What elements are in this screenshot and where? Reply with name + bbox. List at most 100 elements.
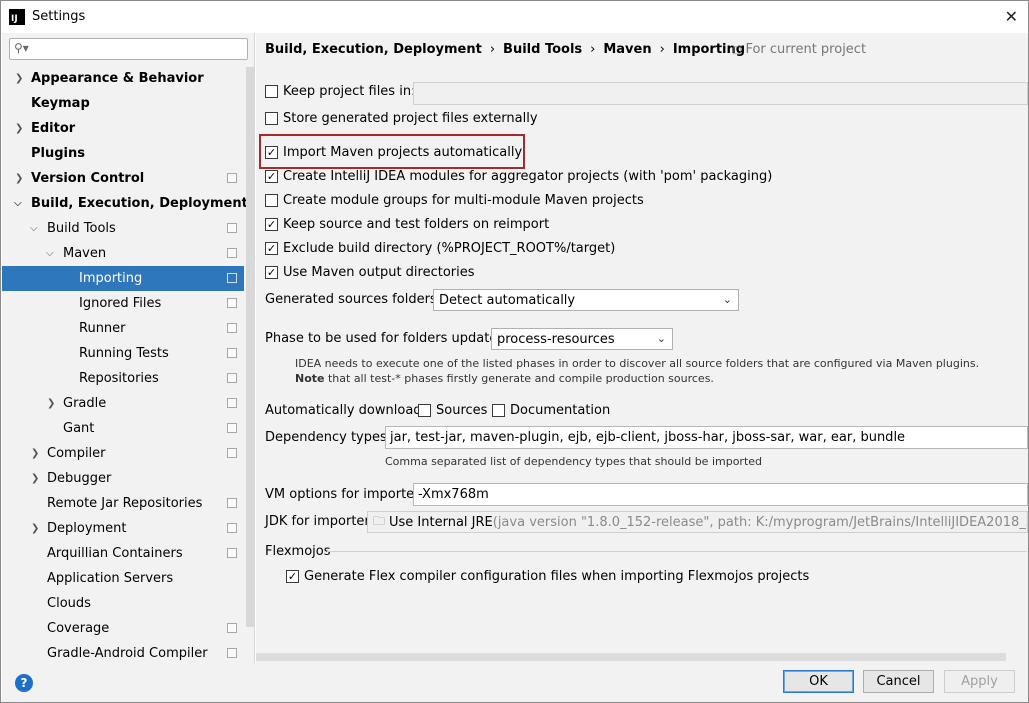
phase-dropdown[interactable]: process-resources ⌄ [491,328,673,350]
sidebar-item-deployment[interactable]: ❯ Deployment [2,516,244,541]
sidebar-item-running-tests[interactable]: Running Tests [2,341,244,366]
ok-button[interactable]: OK [783,670,854,693]
download-documentation-option[interactable]: Documentation [492,403,610,418]
generated-sources-dropdown[interactable]: Detect automatically ⌄ [433,289,739,311]
dependency-types-hint: Comma separated list of dependency types… [385,455,763,468]
help-icon[interactable]: ? [15,674,33,692]
create-modules-checkbox[interactable]: ✓ [265,170,278,183]
chevron-right-icon[interactable]: ❯ [31,473,41,484]
import-automatically-option[interactable]: ✓ Import Maven projects automatically [265,145,522,160]
settings-window: IJ Settings ✕ ⚲▾ ❯ Appearance & Behavior… [0,0,1029,703]
dependency-types-input[interactable]: jar, test-jar, maven-plugin, ejb, ejb-cl… [385,426,1028,449]
chevron-right-icon[interactable]: ❯ [15,73,25,84]
sidebar-item-build-tools[interactable]: ⌵ Build Tools [2,216,244,241]
keep-source-checkbox[interactable]: ✓ [265,218,278,231]
cancel-button[interactable]: Cancel [863,670,934,693]
sidebar-item-repositories[interactable]: Repositories [2,366,244,391]
chevron-right-icon[interactable]: ❯ [15,123,25,134]
sidebar-item-plugins[interactable]: Plugins [2,141,244,166]
store-generated-checkbox[interactable] [265,112,278,125]
phase-hint-text: that all test-* phases firstly generate … [324,372,714,385]
keep-project-files-option[interactable]: Keep project files in: [265,84,415,99]
store-generated-option[interactable]: Store generated project files externally [265,111,538,126]
project-config-icon [227,398,237,408]
use-output-option[interactable]: ✓ Use Maven output directories [265,265,475,280]
sidebar-item-maven[interactable]: ⌵ Maven [2,241,244,266]
breadcrumb-separator: › [659,42,665,57]
sidebar-item-editor[interactable]: ❯ Editor [2,116,244,141]
keep-project-files-checkbox[interactable] [265,85,278,98]
sidebar-item-remote-jar-repositories[interactable]: Remote Jar Repositories [2,491,244,516]
window-title: Settings [32,9,86,24]
create-modules-option[interactable]: ✓ Create IntelliJ IDEA modules for aggre… [265,169,772,184]
apply-button[interactable]: Apply [944,670,1015,693]
chevron-right-icon[interactable]: ❯ [31,523,41,534]
sidebar-item-ignored-files[interactable]: Ignored Files [2,291,244,316]
close-icon[interactable]: ✕ [1005,7,1018,26]
search-input[interactable] [36,40,236,58]
search-box[interactable]: ⚲▾ [9,38,248,60]
project-config-icon [227,348,237,358]
sidebar-item-runner[interactable]: Runner [2,316,244,341]
sidebar-item-keymap[interactable]: Keymap [2,91,244,116]
sidebar-item-label: Editor [31,121,76,136]
download-documentation-label: Documentation [510,403,611,418]
jdk-dropdown[interactable]: 🗀 Use Internal JRE (java version "1.8.0_… [367,511,1028,533]
phase-label: Phase to be used for folders update: [265,331,502,346]
chevron-down-icon[interactable]: ⌵ [46,248,56,259]
download-sources-checkbox[interactable] [418,404,431,417]
download-sources-option[interactable]: Sources [418,403,487,418]
use-output-checkbox[interactable]: ✓ [265,266,278,279]
dependency-types-label: Dependency types: [265,430,392,445]
sidebar-item-compiler[interactable]: ❯ Compiler [2,441,244,466]
project-config-icon [227,298,237,308]
chevron-right-icon[interactable]: ❯ [31,448,41,459]
sidebar-item-label: Keymap [31,96,90,111]
breadcrumb-separator: › [489,42,496,57]
sidebar-item-gant[interactable]: Gant [2,416,244,441]
sidebar-item-label: Ignored Files [79,296,162,311]
sidebar-item-debugger[interactable]: ❯ Debugger [2,466,244,491]
exclude-build-checkbox[interactable]: ✓ [265,242,278,255]
download-sources-label: Sources [436,403,488,418]
sidebar-item-label: Importing [79,271,143,286]
project-config-icon [227,498,237,508]
chevron-down-icon[interactable]: ⌵ [30,223,40,234]
sidebar-item-gradle[interactable]: ❯ Gradle [2,391,244,416]
chevron-right-icon[interactable]: ❯ [47,398,57,409]
keep-source-option[interactable]: ✓ Keep source and test folders on reimpo… [265,217,549,232]
sidebar-item-build-execution-deployment[interactable]: ⌵ Build, Execution, Deployment [2,191,248,216]
exclude-build-option[interactable]: ✓ Exclude build directory (%PROJECT_ROOT… [265,241,615,256]
flexmojos-generate-checkbox[interactable]: ✓ [286,570,299,583]
sidebar-item-gradle-android-compiler[interactable]: Gradle-Android Compiler [2,641,244,663]
search-icon: ⚲▾ [14,41,29,55]
sidebar-item-application-servers[interactable]: Application Servers [2,566,244,591]
sidebar-item-arquillian-containers[interactable]: Arquillian Containers [2,541,244,566]
chevron-down-icon: ⌄ [722,293,732,306]
flexmojos-section-label: Flexmojos [265,544,331,559]
content-scrollbar[interactable] [256,653,1006,661]
chevron-down-icon[interactable]: ⌵ [14,198,24,209]
create-groups-checkbox[interactable] [265,194,278,207]
chevron-right-icon[interactable]: ❯ [15,173,25,184]
sidebar-item-appearance-behavior[interactable]: ❯ Appearance & Behavior [2,66,244,91]
vm-options-input[interactable]: -Xmx768m [413,483,1028,506]
sidebar-scrollbar[interactable] [246,67,254,627]
create-groups-label: Create module groups for multi-module Ma… [283,193,644,208]
breadcrumb-part: Maven [603,42,652,57]
flexmojos-generate-option[interactable]: ✓ Generate Flex compiler configuration f… [286,569,809,584]
import-automatically-checkbox[interactable]: ✓ [265,146,278,159]
sidebar-item-importing[interactable]: Importing [2,266,244,291]
sidebar-item-label: Appearance & Behavior [31,71,204,86]
project-config-icon [227,523,237,533]
project-config-icon [227,273,237,283]
sidebar-item-clouds[interactable]: Clouds [2,591,244,616]
jdk-detail: (java version "1.8.0_152-release", path:… [492,514,1028,530]
create-groups-option[interactable]: Create module groups for multi-module Ma… [265,193,644,208]
sidebar-item-label: Gradle-Android Compiler [47,646,208,661]
sidebar-item-version-control[interactable]: ❯ Version Control [2,166,244,191]
download-documentation-checkbox[interactable] [492,404,505,417]
sidebar-item-label: Gradle [63,396,107,411]
project-config-icon: □ [732,45,742,56]
sidebar-item-coverage[interactable]: Coverage [2,616,244,641]
